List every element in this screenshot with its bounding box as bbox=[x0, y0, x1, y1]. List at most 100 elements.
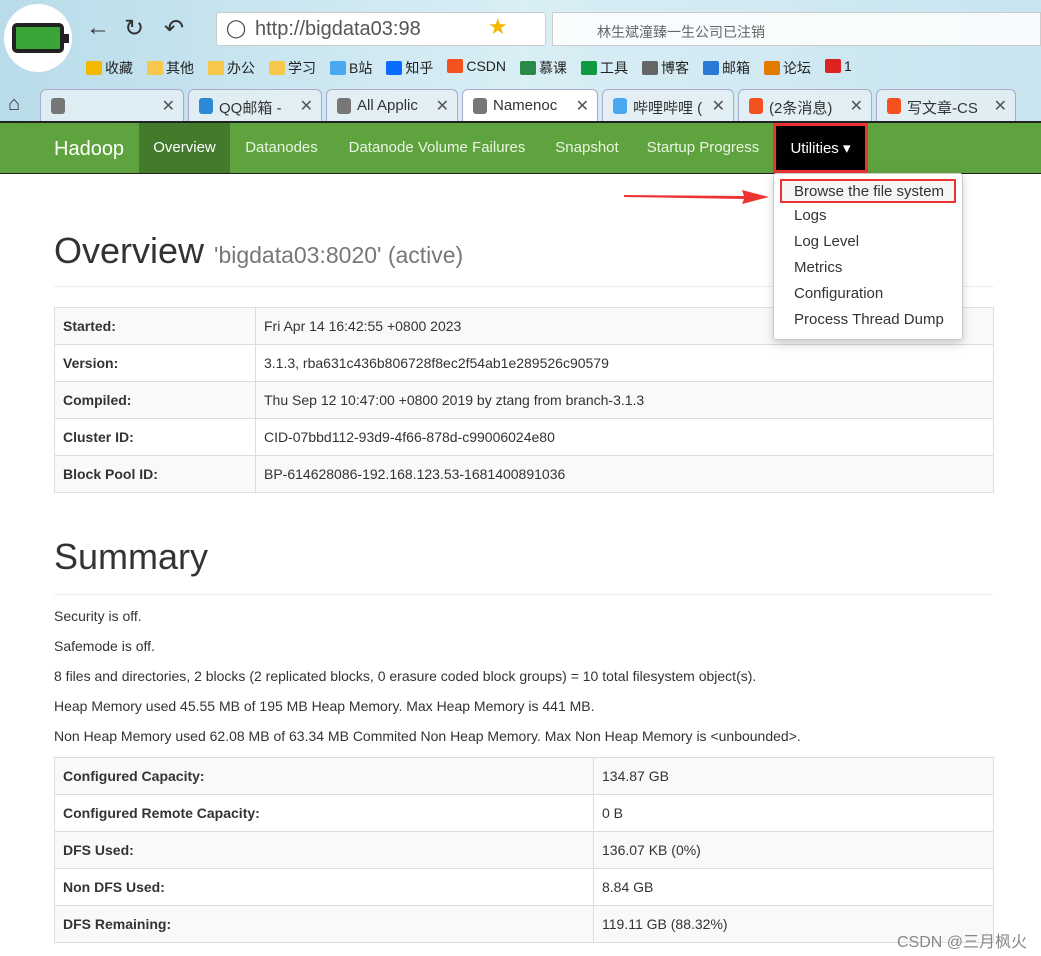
nav-utilities[interactable]: Utilities ▾ bbox=[773, 123, 868, 173]
summary-line: Safemode is off. bbox=[54, 638, 155, 654]
nav-snapshot[interactable]: Snapshot bbox=[541, 123, 633, 173]
back-icon[interactable]: ← bbox=[86, 14, 110, 42]
bookmark-0[interactable]: 收藏 bbox=[86, 58, 133, 78]
tab-favicon-icon bbox=[613, 98, 627, 114]
nav-label: Utilities bbox=[790, 140, 839, 157]
nav-datanodes[interactable]: Datanodes bbox=[230, 123, 333, 173]
nav-startup-progress[interactable]: Startup Progress bbox=[633, 123, 773, 173]
close-tab-icon[interactable]: ✕ bbox=[576, 96, 589, 116]
search-input[interactable]: 林生斌潼臻一生公司已注销 bbox=[552, 12, 1041, 46]
tab-favicon-icon bbox=[51, 98, 65, 114]
shield-icon: ◯ bbox=[226, 18, 247, 38]
tab-favicon-icon bbox=[887, 98, 901, 114]
row-value: BP-614628086-192.168.123.53-168140089103… bbox=[255, 455, 994, 493]
summary-title: Summary bbox=[54, 536, 209, 577]
undo-icon[interactable]: ↶ bbox=[164, 14, 184, 43]
nav-label: Datanodes bbox=[245, 139, 318, 156]
bookmark-icon bbox=[208, 61, 224, 75]
browser-tab[interactable]: Namenoc ✕ bbox=[462, 89, 598, 121]
tab-favicon-icon bbox=[749, 98, 763, 114]
browser-logo bbox=[4, 4, 72, 72]
bookmark-10[interactable]: 邮箱 bbox=[703, 58, 750, 78]
close-tab-icon[interactable]: ✕ bbox=[712, 96, 725, 116]
bookmark-icon bbox=[642, 61, 659, 75]
bookmark-icon bbox=[764, 61, 781, 75]
browser-chrome: ← ↻ ↶ http://bigdata03:98 ◯ ★ 林生斌潼臻一生公司已… bbox=[0, 0, 1041, 121]
row-value: Thu Sep 12 10:47:00 +0800 2019 by ztang … bbox=[255, 381, 994, 419]
bookmark-5[interactable]: 知乎 bbox=[386, 58, 433, 78]
browser-tab[interactable]: (2条消息) ✕ bbox=[738, 89, 872, 121]
brand[interactable]: Hadoop bbox=[54, 138, 124, 161]
home-icon[interactable]: ⌂ bbox=[8, 93, 20, 116]
bookmark-label: 办公 bbox=[227, 60, 255, 76]
star-icon[interactable]: ★ bbox=[488, 14, 508, 40]
tab-title: Namenoc bbox=[493, 97, 558, 114]
bookmark-icon bbox=[703, 61, 720, 75]
tab-favicon-icon bbox=[337, 98, 351, 114]
bookmark-label: 博客 bbox=[661, 60, 690, 76]
table-row: DFS Remaining: 119.11 GB (88.32%) bbox=[54, 905, 994, 943]
bookmark-icon bbox=[269, 61, 285, 75]
browser-tab[interactable]: QQ邮箱 - ✕ bbox=[188, 89, 322, 121]
row-label: Block Pool ID: bbox=[54, 455, 256, 493]
bookmark-label: 工具 bbox=[600, 60, 629, 76]
bookmark-7[interactable]: 慕课 bbox=[520, 58, 567, 78]
row-value: 0 B bbox=[593, 794, 994, 832]
tab-strip: ⌂ ✕ QQ邮箱 - ✕ All Applic ✕ Namenoc ✕ 哔哩哔哩 (✕ (2条消… bbox=[0, 89, 1041, 121]
bookmark-icon bbox=[147, 61, 163, 75]
bookmark-6[interactable]: CSDN bbox=[447, 58, 506, 78]
tab-title: All Applic bbox=[357, 97, 418, 114]
menu-item-logs[interactable]: Logs bbox=[774, 203, 962, 229]
summary-table: Configured Capacity: 134.87 GB Configured … bbox=[54, 757, 994, 943]
bookmark-11[interactable]: 论坛 bbox=[764, 58, 811, 78]
table-row: Block Pool ID: BP-614628086-192.168.123.5… bbox=[54, 455, 994, 493]
close-tab-icon[interactable]: ✕ bbox=[300, 96, 313, 116]
menu-item-process-thread-dump[interactable]: Process Thread Dump bbox=[774, 307, 962, 333]
row-value: 8.84 GB bbox=[593, 868, 994, 906]
bookmarks-bar: 收藏 其他 办公 学习 B站 知乎 CSDN 慕课 工具 博客 邮箱 论坛 1 bbox=[86, 58, 852, 78]
bookmark-4[interactable]: B站 bbox=[330, 58, 372, 78]
close-tab-icon[interactable]: ✕ bbox=[994, 96, 1007, 116]
bookmark-label: 其他 bbox=[166, 60, 194, 76]
table-row: Version: 3.1.3, rba631c436b806728f8ec2f54… bbox=[54, 344, 994, 382]
bookmark-1[interactable]: 其他 bbox=[147, 58, 194, 78]
bookmark-3[interactable]: 学习 bbox=[269, 58, 316, 78]
table-row: Cluster ID: CID-07bbd112-93d9-4f66-878d-c… bbox=[54, 418, 994, 456]
close-tab-icon[interactable]: ✕ bbox=[436, 96, 449, 116]
summary-line: 8 files and directories, 2 blocks (2 rep… bbox=[54, 668, 757, 684]
browser-tab[interactable]: All Applic ✕ bbox=[326, 89, 458, 121]
menu-item-browse-the-file-system[interactable]: Browse the file system bbox=[780, 179, 956, 203]
menu-item-configuration[interactable]: Configuration bbox=[774, 281, 962, 307]
bookmark-label: 学习 bbox=[288, 60, 316, 76]
nav-overview[interactable]: Overview bbox=[139, 123, 230, 173]
bookmark-12[interactable]: 1 bbox=[825, 58, 852, 78]
bookmark-icon bbox=[447, 59, 464, 73]
nav-datanode-volume-failures[interactable]: Datanode Volume Failures bbox=[333, 123, 541, 173]
summary-line: Non Heap Memory used 62.08 MB of 63.34 M… bbox=[54, 728, 801, 744]
row-label: Configured Remote Capacity: bbox=[54, 794, 594, 832]
bookmark-label: 邮箱 bbox=[722, 60, 751, 76]
bookmark-icon bbox=[330, 61, 346, 75]
table-row: DFS Used: 136.07 KB (0%) bbox=[54, 831, 994, 869]
browser-tab[interactable]: ✕ bbox=[40, 89, 184, 121]
bookmark-icon bbox=[581, 61, 598, 75]
menu-item-log-level[interactable]: Log Level bbox=[774, 229, 962, 255]
tab-title: QQ邮箱 - bbox=[219, 100, 282, 117]
refresh-icon[interactable]: ↻ bbox=[124, 14, 144, 43]
row-label: Compiled: bbox=[54, 381, 256, 419]
bookmark-label: 论坛 bbox=[783, 60, 812, 76]
summary-section: Summary Security is off. Safemode is off.… bbox=[54, 536, 994, 943]
tab-title: (2条消息) bbox=[769, 100, 833, 117]
bookmark-8[interactable]: 工具 bbox=[581, 58, 628, 78]
menu-item-metrics[interactable]: Metrics bbox=[774, 255, 962, 281]
bookmark-9[interactable]: 博客 bbox=[642, 58, 689, 78]
bookmark-2[interactable]: 办公 bbox=[208, 58, 255, 78]
close-tab-icon[interactable]: ✕ bbox=[162, 96, 175, 116]
tab-title: 哔哩哔哩 ( bbox=[633, 100, 703, 117]
row-label: DFS Remaining: bbox=[54, 905, 594, 943]
row-label: DFS Used: bbox=[54, 831, 594, 869]
bookmark-label: B站 bbox=[349, 60, 373, 76]
browser-tab[interactable]: 哔哩哔哩 ( ✕ bbox=[602, 89, 734, 121]
close-tab-icon[interactable]: ✕ bbox=[850, 96, 863, 116]
browser-tab[interactable]: 写文章-CS ✕ bbox=[876, 89, 1016, 121]
